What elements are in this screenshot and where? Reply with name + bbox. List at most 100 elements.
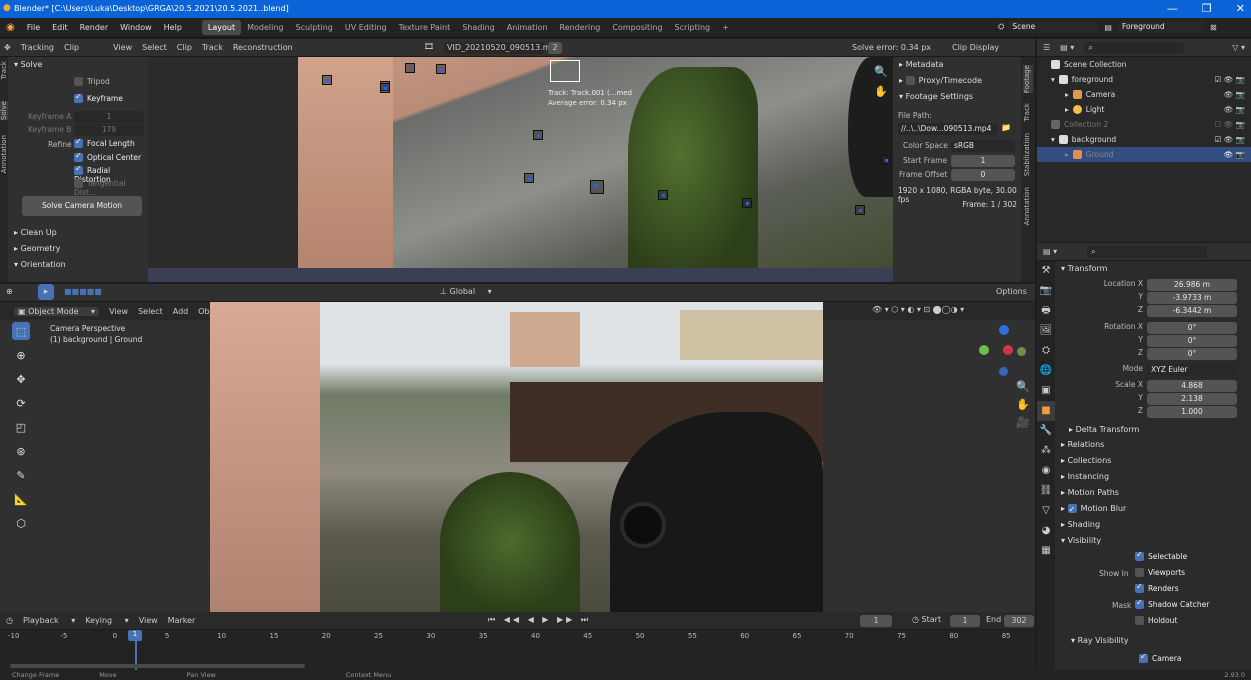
- zoom-icon[interactable]: 🔍: [874, 65, 888, 78]
- vp-camera-view-icon[interactable]: 🎥: [1016, 416, 1030, 429]
- show-in-viewports-checkbox[interactable]: Viewports: [1135, 568, 1185, 577]
- view-layer-tab-icon[interactable]: 🖼: [1037, 321, 1055, 341]
- outliner-search-input[interactable]: ⌕: [1084, 41, 1185, 54]
- scene-collection-row[interactable]: Scene Collection: [1037, 57, 1251, 72]
- current-frame-field[interactable]: 1: [860, 615, 892, 627]
- vtab-stabilization[interactable]: Stabilization: [1023, 133, 1033, 176]
- viewport-shading-icons[interactable]: 👁 ▾ ⬡ ▾ ◐ ▾ ⊡ ⬤◯◑ ▾: [872, 305, 964, 314]
- instancing-section[interactable]: ▸ Instancing: [1055, 469, 1109, 484]
- minimize-button[interactable]: —: [1167, 2, 1178, 15]
- timeline-end-field[interactable]: 302: [1004, 615, 1034, 627]
- location-x-field[interactable]: 26.986 m: [1147, 279, 1237, 291]
- start-frame-control[interactable]: ◷ Start: [912, 615, 951, 624]
- tangential-distortion-checkbox[interactable]: Tangential Dist...: [74, 179, 148, 197]
- menu-render[interactable]: Render: [74, 23, 114, 32]
- add-cube-tool-icon[interactable]: ⬡: [12, 514, 30, 532]
- selectable-checkbox[interactable]: Selectable: [1135, 550, 1187, 561]
- properties-editor-icon[interactable]: ▤ ▾: [1043, 247, 1057, 256]
- tab-uv-editing[interactable]: UV Editing: [339, 20, 393, 35]
- scale-tool-icon[interactable]: ◰: [12, 418, 30, 436]
- motion-paths-section[interactable]: ▸ Motion Paths: [1055, 485, 1119, 500]
- timeline-ruler[interactable]: -10 -5 0 5 10 15 20 25 30 35 40 45 50 55 60 65 70 75 80 85: [0, 632, 1035, 642]
- tab-scripting[interactable]: Scripting: [669, 20, 717, 35]
- transform-orientation-select[interactable]: ⊥ Global ▾: [440, 287, 492, 296]
- tripod-checkbox[interactable]: Tripod: [74, 77, 110, 86]
- active-track-box[interactable]: [550, 60, 580, 82]
- playback-controls[interactable]: ⏮ ◀◀ ◀ ▶ ▶▶ ⏭: [488, 615, 591, 625]
- menu-keying[interactable]: Keying ▾: [85, 616, 128, 625]
- optical-center-checkbox[interactable]: Optical Center: [74, 151, 141, 162]
- timeline-start-field[interactable]: 1: [950, 615, 980, 627]
- menu-clip-view[interactable]: View: [113, 43, 132, 52]
- tab-sculpting[interactable]: Sculpting: [290, 20, 339, 35]
- clip-footage-view[interactable]: Track: Track.001 (...med Average error: …: [148, 57, 893, 282]
- select-box-tool-icon[interactable]: ⬚: [12, 322, 30, 340]
- outliner-ground-row[interactable]: ▸ Ground 👁 📷: [1037, 147, 1251, 162]
- material-tab-icon[interactable]: ◕: [1037, 521, 1055, 541]
- tab-shading[interactable]: Shading: [456, 20, 501, 35]
- menu-clip-clip[interactable]: Clip: [177, 43, 192, 52]
- menu-playback[interactable]: Playback ▾: [23, 616, 75, 625]
- timeline-area[interactable]: -10 -5 0 5 10 15 20 25 30 35 40 45 50 55 60 65 70 75 80 85 …: [0, 630, 1035, 670]
- vtab-footage-annotation[interactable]: Annotation: [1023, 187, 1033, 225]
- close-button[interactable]: ✕: [1236, 2, 1245, 15]
- add-workspace-icon[interactable]: +: [716, 20, 735, 35]
- foreground-visibility-icons[interactable]: ☑ 👁 📷: [1215, 75, 1245, 84]
- outliner-collection2-row[interactable]: Collection 2 ☐ 👁 📷: [1037, 117, 1251, 132]
- vtab-footage-track[interactable]: Track: [1023, 103, 1033, 121]
- scale-y-field[interactable]: 2.138: [1147, 393, 1237, 405]
- vp-pan-icon[interactable]: ✋: [1016, 398, 1030, 411]
- menu-clip-reconstruction[interactable]: Reconstruction: [233, 43, 293, 52]
- clip-file-icon[interactable]: 🎞: [424, 42, 434, 51]
- physics-tab-icon[interactable]: ◉: [1037, 461, 1055, 481]
- options-menu[interactable]: Options: [996, 287, 1027, 296]
- orientation-section[interactable]: ▾ Orientation: [8, 257, 66, 272]
- camera-visibility-icons[interactable]: 👁 📷: [1224, 90, 1245, 99]
- scene-selector[interactable]: Scene: [1008, 21, 1099, 33]
- vtab-annotation[interactable]: Annotation: [0, 135, 8, 173]
- playhead-frame-badge[interactable]: 1: [128, 630, 142, 641]
- view-layer-selector[interactable]: Foreground: [1117, 21, 1204, 33]
- constraints-tab-icon[interactable]: ⛓: [1037, 481, 1055, 501]
- vtab-solve[interactable]: Solve: [0, 101, 8, 121]
- select-mode-icon[interactable]: ▸: [38, 284, 54, 300]
- menu-file[interactable]: File: [21, 23, 46, 32]
- menu-vp-select[interactable]: Select: [138, 307, 163, 316]
- menu-window[interactable]: Window: [114, 23, 158, 32]
- visibility-section[interactable]: ▾ Visibility: [1055, 533, 1101, 548]
- footage-settings-section[interactable]: ▾ Footage Settings: [893, 89, 1021, 104]
- rotation-y-field[interactable]: 0°: [1147, 335, 1237, 347]
- start-frame-field[interactable]: 1: [951, 155, 1015, 167]
- outliner-background-row[interactable]: ▾ background ☑ 👁 📷: [1037, 132, 1251, 147]
- keyframe-checkbox[interactable]: Keyframe: [74, 92, 123, 103]
- menu-marker[interactable]: Marker: [168, 616, 196, 625]
- color-space-select[interactable]: sRGB: [951, 140, 1015, 152]
- relations-section[interactable]: ▸ Relations: [1055, 437, 1104, 452]
- file-path-field[interactable]: //..\..\Dow...090513.mp4: [898, 123, 998, 135]
- light-visibility-icons[interactable]: 👁 📷: [1224, 105, 1245, 114]
- menu-help[interactable]: Help: [158, 23, 188, 32]
- menu-vp-view[interactable]: View: [109, 307, 128, 316]
- data-tab-icon[interactable]: ▽: [1037, 501, 1055, 521]
- vp-zoom-icon[interactable]: 🔍: [1016, 380, 1030, 393]
- motion-blur-section[interactable]: ▸ Motion Blur: [1055, 501, 1126, 517]
- transform-tool-icon[interactable]: ⊛: [12, 442, 30, 460]
- collection-tab-icon[interactable]: ▣: [1037, 381, 1055, 401]
- keyframe-a-field[interactable]: 1: [74, 111, 144, 123]
- menu-timeline-view[interactable]: View: [139, 616, 158, 625]
- rotate-tool-icon[interactable]: ⟳: [12, 394, 30, 412]
- clip-view-selector[interactable]: Clip: [64, 43, 79, 52]
- holdout-checkbox[interactable]: Holdout: [1135, 616, 1177, 625]
- focal-length-checkbox[interactable]: Focal Length: [74, 137, 135, 148]
- outliner-light-row[interactable]: ▸ Light 👁 📷: [1037, 102, 1251, 117]
- pan-hand-icon[interactable]: ✋: [874, 85, 888, 98]
- transform-section[interactable]: ▾ Transform: [1055, 261, 1251, 276]
- clip-scrub-bar[interactable]: [148, 268, 893, 282]
- show-in-renders-checkbox[interactable]: Renders: [1135, 582, 1179, 593]
- clip-display-menu[interactable]: Clip Display: [952, 43, 999, 52]
- object-tab-icon[interactable]: ■: [1037, 401, 1055, 421]
- outliner-camera-row[interactable]: ▸ Camera 👁 📷: [1037, 87, 1251, 102]
- solve-panel-header[interactable]: ▾ Solve: [8, 57, 148, 72]
- scale-z-field[interactable]: 1.000: [1147, 406, 1237, 418]
- cursor-tool-icon[interactable]: ⊕: [12, 346, 30, 364]
